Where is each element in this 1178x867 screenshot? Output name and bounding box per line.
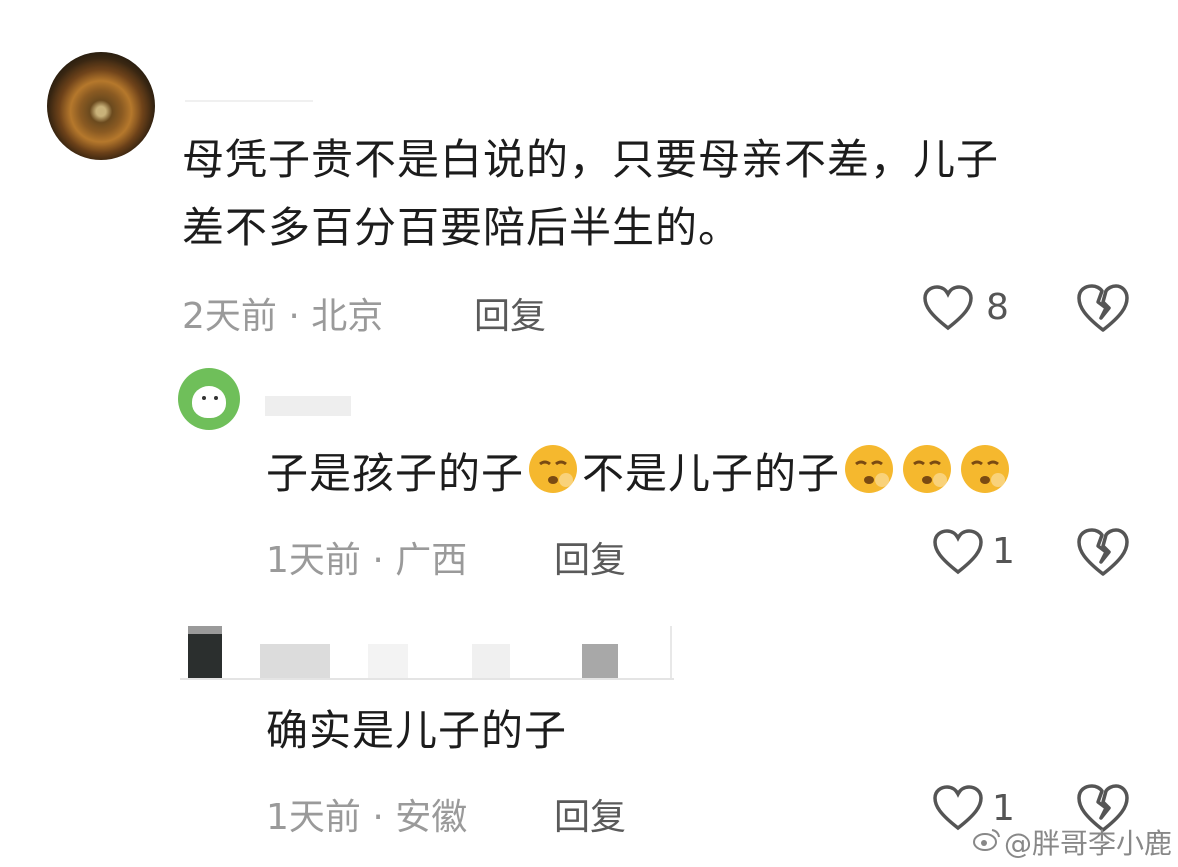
dislike-broken-heart-icon[interactable] — [1076, 526, 1130, 578]
dislike-broken-heart-icon[interactable] — [1076, 282, 1130, 334]
comment-text: 母凭子贵不是白说的，只要母亲不差，儿子 差不多百分百要陪后半生的。 — [182, 126, 1142, 262]
comment-meta: 2天前 · 北京 — [182, 296, 384, 337]
comment-line: 差不多百分百要陪后半生的。 — [182, 203, 742, 252]
reply-button[interactable]: 回复 — [554, 531, 626, 583]
comment-text-part: 子是孩子的子 — [266, 449, 525, 498]
avatar[interactable] — [47, 52, 155, 160]
like-heart-icon[interactable] — [932, 528, 984, 576]
like-count: 1 — [992, 531, 1015, 572]
comment-line: 母凭子贵不是白说的，只要母亲不差，儿子 — [182, 135, 1000, 184]
like-count: 8 — [986, 287, 1009, 328]
sighing-face-icon — [845, 445, 894, 493]
reply-button[interactable]: 回复 — [474, 287, 546, 339]
reply-button[interactable]: 回复 — [554, 788, 626, 840]
redacted-username — [265, 396, 351, 416]
comment-text-part: 不是儿子的子 — [582, 449, 841, 498]
redacted-header — [180, 622, 674, 680]
sighing-face-icon — [529, 445, 578, 493]
weibo-logo-icon — [972, 826, 1002, 852]
watermark: @胖哥李小鹿 — [1004, 827, 1173, 860]
comment-meta: 1天前 · 安徽 — [266, 797, 468, 838]
comment-text: 子是孩子的子 不是儿子的子 — [266, 440, 1014, 508]
like-heart-icon[interactable] — [932, 784, 984, 832]
comment-text: 确实是儿子的子 — [266, 706, 568, 755]
sighing-face-icon — [903, 445, 952, 493]
redacted-username — [185, 100, 313, 102]
like-heart-icon[interactable] — [922, 284, 974, 332]
sighing-face-icon — [961, 445, 1010, 493]
avatar[interactable] — [178, 368, 240, 430]
comment-meta: 1天前 · 广西 — [266, 540, 468, 581]
